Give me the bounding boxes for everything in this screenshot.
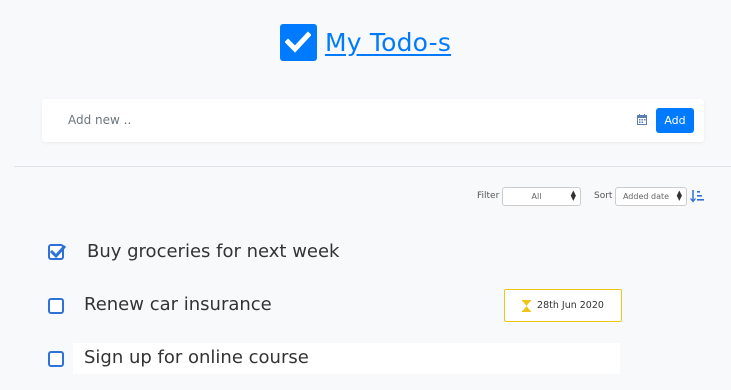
filter-label: Filter xyxy=(477,191,500,201)
select-arrows-icon: ▲ ▼ xyxy=(676,189,682,202)
due-date-text: 28th Jun 2020 xyxy=(537,300,604,311)
logo-check-icon xyxy=(279,23,317,61)
select-arrows-icon: ▲ ▼ xyxy=(570,189,576,202)
sort-icon[interactable] xyxy=(690,189,704,203)
add-todo-input[interactable] xyxy=(52,105,612,135)
app-header: My Todo-s xyxy=(0,22,731,62)
divider xyxy=(14,166,731,167)
todo-item: Buy groceries for next week xyxy=(0,238,731,268)
add-button[interactable]: Add xyxy=(656,108,694,133)
due-date-badge[interactable]: 28th Jun 2020 xyxy=(504,289,622,322)
todo-checkbox[interactable] xyxy=(48,244,67,260)
todo-text[interactable]: Sign up for online course xyxy=(84,347,309,368)
check-icon xyxy=(49,244,67,259)
sort-label: Sort xyxy=(594,191,613,201)
page-title-link[interactable]: My Todo-s xyxy=(325,28,451,57)
filter-select-value: All xyxy=(531,192,542,201)
add-todo-card: Add xyxy=(42,99,704,142)
sort-select-value: Added date xyxy=(622,192,670,201)
calendar-icon[interactable] xyxy=(637,114,647,125)
todo-checkbox[interactable] xyxy=(48,298,64,314)
todo-item: Sign up for online course xyxy=(0,344,731,374)
todo-text[interactable]: Buy groceries for next week xyxy=(87,241,339,262)
filter-select[interactable]: All ▲ ▼ xyxy=(502,187,581,206)
todo-text[interactable]: Renew car insurance xyxy=(84,294,272,315)
sort-select[interactable]: Added date ▲ ▼ xyxy=(615,187,687,206)
hourglass-icon xyxy=(522,299,532,312)
todo-checkbox[interactable] xyxy=(48,351,64,367)
